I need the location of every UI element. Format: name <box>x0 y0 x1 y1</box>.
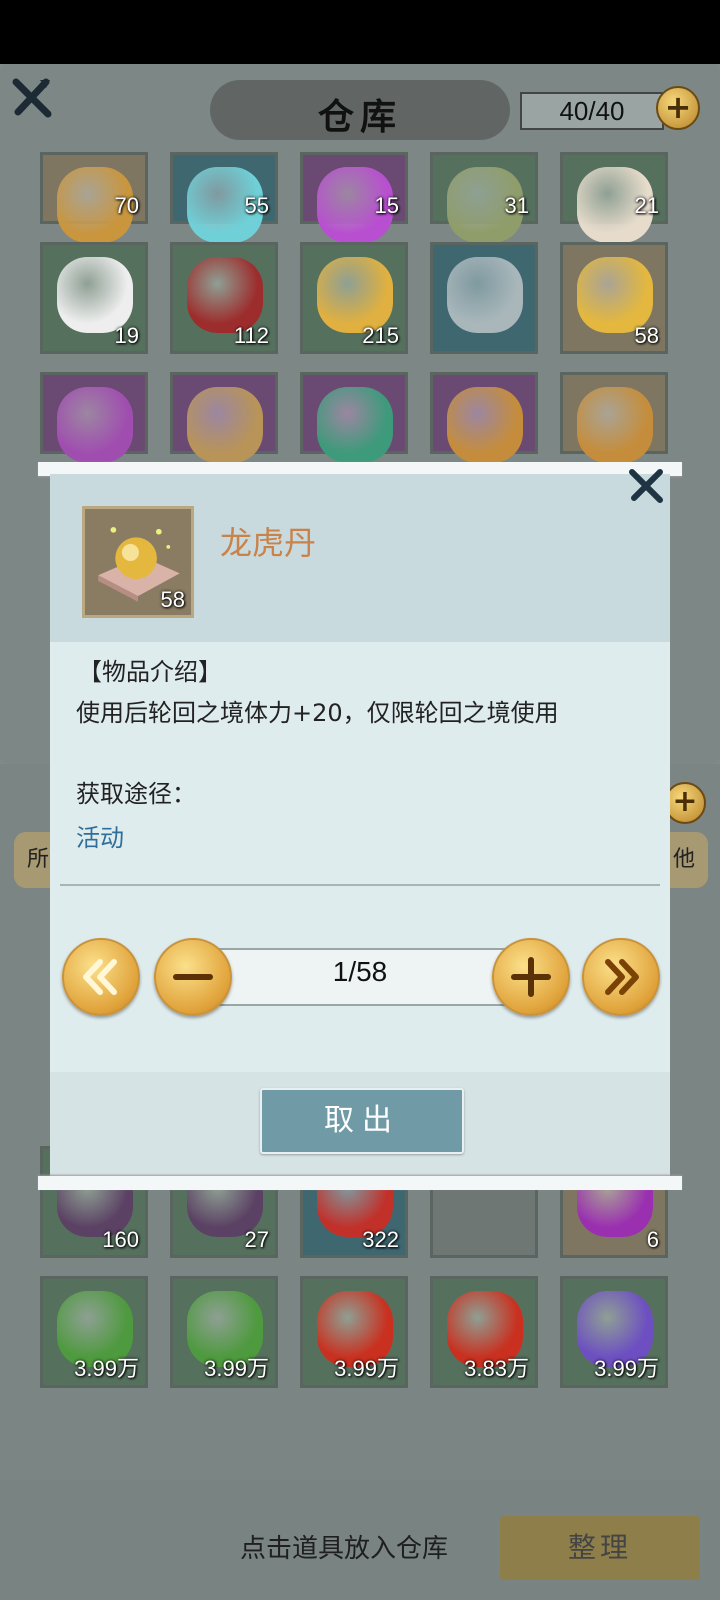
scroll-bottom-rod <box>38 1176 682 1190</box>
dialog-divider <box>60 884 660 886</box>
dialog-close-icon[interactable] <box>626 466 666 506</box>
decrease-button[interactable] <box>154 938 232 1016</box>
max-quantity-button[interactable] <box>582 938 660 1016</box>
item-icon-golden-pill: 58 <box>82 506 194 618</box>
minus-icon <box>173 974 213 980</box>
min-quantity-button[interactable] <box>62 938 140 1016</box>
increase-button[interactable] <box>492 938 570 1016</box>
status-bar <box>0 0 720 64</box>
source-heading: 获取途径： <box>76 780 196 808</box>
take-out-button[interactable]: 取出 <box>260 1088 464 1154</box>
intro-heading: 【物品介绍】 <box>78 658 222 686</box>
item-name: 龙虎丹 <box>220 524 317 562</box>
source-link-activity[interactable]: 活动 <box>76 818 124 853</box>
double-chevron-right-icon <box>605 959 639 995</box>
quantity-value: 1/58 <box>332 956 388 987</box>
item-count: 58 <box>160 587 185 612</box>
intro-text: 使用后轮回之境体力+20，仅限轮回之境使用 <box>76 699 559 727</box>
plus-icon <box>511 957 551 997</box>
double-chevron-left-icon <box>83 959 117 995</box>
